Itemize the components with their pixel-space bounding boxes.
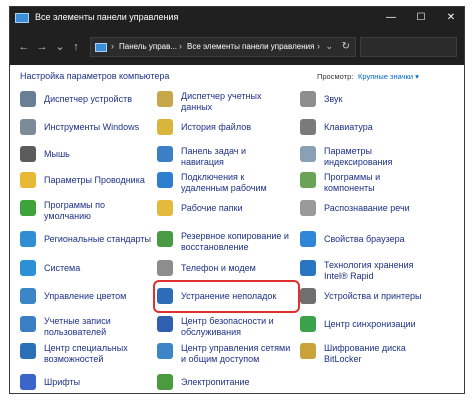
power-options-icon (157, 374, 173, 390)
control-panel-item-label[interactable]: Технология хранения Intel® Rapid (324, 260, 413, 282)
control-panel-item-label[interactable]: Резервное копирование и восстановление (181, 231, 289, 253)
navigation-bar: ← → ⌄ ↑ › Панель управ... › Все элементы… (10, 29, 464, 65)
programs-features-icon (300, 172, 316, 188)
control-panel-item-label[interactable]: Параметры индексирования (324, 146, 392, 168)
control-panel-icon (95, 43, 107, 52)
troubleshooting-highlight (153, 280, 300, 313)
control-panel-item-label[interactable]: Программы и компоненты (324, 172, 380, 194)
view-by-label: Просмотр: (317, 72, 354, 81)
maximize-button[interactable]: ☐ (406, 7, 436, 29)
page-title: Настройка параметров компьютера (20, 71, 170, 81)
control-panel-item-label[interactable]: Шифрование диска BitLocker (324, 343, 406, 365)
breadcrumb-all-items[interactable]: Все элементы панели управления (187, 42, 314, 51)
control-panel-item-label[interactable]: Диспетчер устройств (44, 94, 132, 105)
control-panel-item-label[interactable]: Параметры Проводника (44, 175, 145, 186)
control-panel-item-label[interactable]: Электропитание (181, 377, 250, 388)
explorer-options-icon (20, 172, 36, 188)
control-panel-item-label[interactable]: Свойства браузера (324, 234, 405, 245)
control-panel-item-label[interactable]: Центр специальных возможностей (44, 343, 128, 365)
control-panel-item-label[interactable]: Инструменты Windows (44, 122, 139, 133)
control-panel-item-label[interactable]: Региональные стандарты (44, 234, 151, 245)
control-panel-item-label[interactable]: Клавиатура (324, 122, 373, 133)
control-panel-item-label[interactable]: Диспетчер учетных данных (181, 91, 261, 113)
recent-locations-chevron-icon[interactable]: ⌄ (52, 40, 68, 54)
indexing-icon (300, 146, 316, 162)
control-panel-item-label[interactable]: Центр управления сетями и общим доступом (181, 343, 290, 365)
backup-icon (157, 231, 173, 247)
system-icon (20, 260, 36, 276)
credential-manager-icon (157, 91, 173, 107)
control-panel-item-label[interactable]: Распознавание речи (324, 203, 410, 214)
default-programs-icon (20, 200, 36, 216)
phone-modem-icon (157, 260, 173, 276)
control-panel-item-label[interactable]: Управление цветом (44, 291, 126, 302)
mouse-icon (20, 146, 36, 162)
view-by-dropdown[interactable]: Крупные значки ▾ (358, 72, 419, 81)
control-panel-item-label[interactable]: Центр синхронизации (324, 319, 416, 330)
remote-connection-icon (157, 172, 173, 188)
control-panel-item-label[interactable]: Система (44, 263, 80, 274)
breadcrumb-separator-icon[interactable]: › (179, 41, 182, 51)
control-panel-app-icon (15, 13, 29, 23)
devices-printers-icon (300, 288, 316, 304)
back-arrow-icon[interactable]: ← (16, 40, 32, 54)
control-panel-item-label[interactable]: Центр безопасности и обслуживания (181, 316, 274, 338)
control-panel-item-label[interactable]: Шрифты (44, 377, 80, 388)
refresh-icon[interactable]: ↻ (342, 41, 350, 52)
forward-arrow-icon[interactable]: → (34, 40, 50, 54)
control-panel-item-label[interactable]: Панель задач и навигация (181, 146, 246, 168)
work-folders-icon (157, 200, 173, 216)
network-center-icon (157, 343, 173, 359)
control-panel-item-label[interactable]: Учетные записи пользователей (44, 316, 111, 338)
color-management-icon (20, 288, 36, 304)
control-panel-item-label[interactable]: История файлов (181, 122, 251, 133)
fonts-icon (20, 374, 36, 390)
security-center-icon (157, 316, 173, 332)
up-arrow-icon[interactable]: ↑ (68, 40, 84, 54)
breadcrumb-separator-icon[interactable]: › (111, 41, 114, 51)
control-panel-item-label[interactable]: Подключения к удаленным рабочим (181, 172, 267, 194)
control-panel-item-label[interactable]: Телефон и модем (181, 263, 256, 274)
control-panel-item-label[interactable]: Рабочие папки (181, 203, 243, 214)
windows-tools-icon (20, 119, 36, 135)
sound-icon (300, 91, 316, 107)
device-manager-icon (20, 91, 36, 107)
bitlocker-icon (300, 343, 316, 359)
ease-of-access-icon (20, 343, 36, 359)
search-input[interactable] (360, 37, 457, 57)
keyboard-icon (300, 119, 316, 135)
address-dropdown-icon[interactable]: ⌄ (325, 41, 333, 52)
close-button[interactable]: ✕ (436, 7, 464, 29)
user-accounts-icon (20, 316, 36, 332)
window-title: Все элементы панели управления (35, 12, 179, 22)
sync-center-icon (300, 316, 316, 332)
control-panel-item-label[interactable]: Программы по умолчанию (44, 200, 105, 222)
control-panel-item-label[interactable]: Мышь (44, 149, 70, 160)
file-history-icon (157, 119, 173, 135)
minimize-button[interactable]: — (376, 7, 406, 29)
address-bar[interactable]: › Панель управ... › Все элементы панели … (90, 37, 356, 57)
internet-options-icon (300, 231, 316, 247)
control-panel-item-label[interactable]: Звук (324, 94, 342, 105)
region-icon (20, 231, 36, 247)
title-bar: Все элементы панели управления — ☐ ✕ (10, 7, 464, 29)
breadcrumb-control-panel[interactable]: Панель управ... (119, 42, 177, 51)
taskbar-icon (157, 146, 173, 162)
speech-icon (300, 200, 316, 216)
control-panel-item-label[interactable]: Устройства и принтеры (324, 291, 422, 302)
control-panel-window: Все элементы панели управления — ☐ ✕ ← →… (9, 6, 465, 394)
intel-rapid-icon (300, 260, 316, 276)
breadcrumb-separator-icon[interactable]: › (317, 41, 320, 51)
